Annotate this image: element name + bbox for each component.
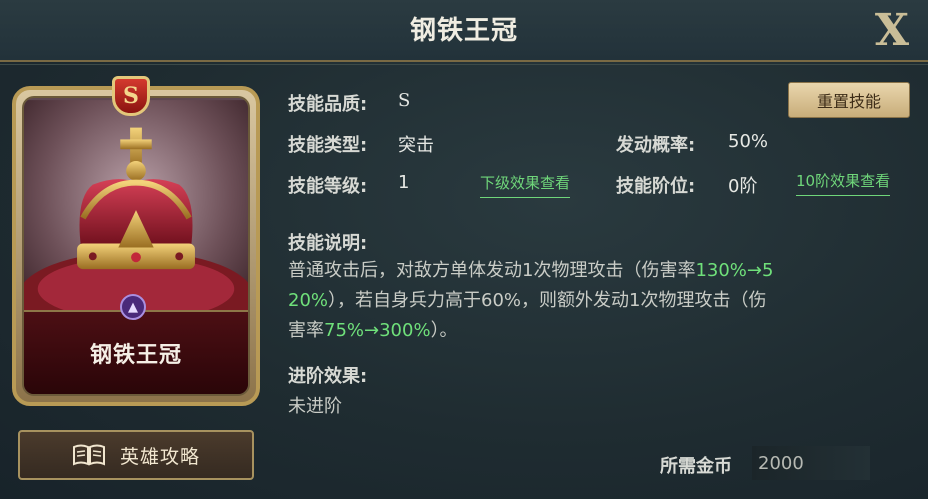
- skill-description-text: 普通攻击后，对敌方单体发动1次物理攻击（伤害率130%→5 20%），若自身兵力…: [288, 256, 908, 346]
- skill-description-label: 技能说明:: [288, 233, 368, 254]
- skill-quality-value: S: [398, 90, 411, 111]
- skill-card-frame: 钢铁王冠: [22, 96, 250, 396]
- next-level-effect-link[interactable]: 下级效果查看: [480, 172, 571, 198]
- page-title: 钢铁王冠: [409, 16, 518, 46]
- skill-quality-label: 技能品质:: [288, 94, 368, 115]
- description-text-3b: ）。: [430, 320, 458, 341]
- skill-tier-value: 0阶: [728, 176, 758, 197]
- advance-effect-label: 进阶效果:: [288, 366, 368, 387]
- grade-s-badge-icon: S: [112, 76, 150, 116]
- trigger-chance-value: 50%: [728, 131, 769, 152]
- reset-skill-button[interactable]: 重置技能: [788, 82, 910, 118]
- skill-tier-label: 技能阶位:: [616, 176, 696, 197]
- hero-guide-label: 英雄攻略: [119, 445, 200, 468]
- tier10-effect-link[interactable]: 10阶效果查看: [796, 170, 891, 196]
- card-name-box: 钢铁王冠: [24, 310, 248, 394]
- type-emblem-icon: ▲: [120, 294, 146, 320]
- book-icon: [72, 444, 106, 466]
- description-text-3a: 害率: [288, 320, 324, 341]
- close-icon: X: [874, 4, 910, 56]
- skill-detail-panel: 钢铁王冠 X 钢铁王冠 S ▲ 英雄攻略 技能品质: S 重置技能 技能类型: …: [0, 0, 928, 499]
- close-button[interactable]: X: [868, 4, 916, 56]
- hero-guide-button[interactable]: 英雄攻略: [18, 430, 254, 480]
- description-text-1a: 普通攻击后，对敌方单体发动1次物理攻击（伤害率: [288, 260, 696, 281]
- skill-level-label: 技能等级:: [288, 176, 368, 197]
- description-highlight-3: 75%→300%: [324, 320, 431, 341]
- skill-card: 钢铁王冠 S ▲: [12, 76, 260, 406]
- description-line-3: 害率75%→300%）。: [288, 316, 908, 346]
- skill-level-value: 1: [398, 172, 410, 193]
- description-line-2: 20%），若自身兵力高于60%，则额外发动1次物理攻击（伤: [288, 286, 908, 316]
- trigger-chance-label: 发动概率:: [616, 135, 696, 156]
- description-highlight-1: 130%→5: [695, 260, 774, 281]
- description-text-2a: ），若自身兵力高于60%，则额外发动1次物理攻击（伤: [328, 290, 767, 311]
- gold-cost-label: 所需金币: [660, 456, 732, 477]
- header-bar: 钢铁王冠 X: [0, 0, 928, 65]
- description-highlight-2: 20%: [288, 290, 329, 311]
- gold-cost-value: 2000: [752, 446, 870, 480]
- description-line-1: 普通攻击后，对敌方单体发动1次物理攻击（伤害率130%→5: [288, 256, 908, 286]
- card-name: 钢铁王冠: [89, 343, 182, 368]
- skill-type-label: 技能类型:: [288, 135, 368, 156]
- skill-type-value: 突击: [398, 135, 434, 156]
- advance-effect-value: 未进阶: [288, 396, 342, 417]
